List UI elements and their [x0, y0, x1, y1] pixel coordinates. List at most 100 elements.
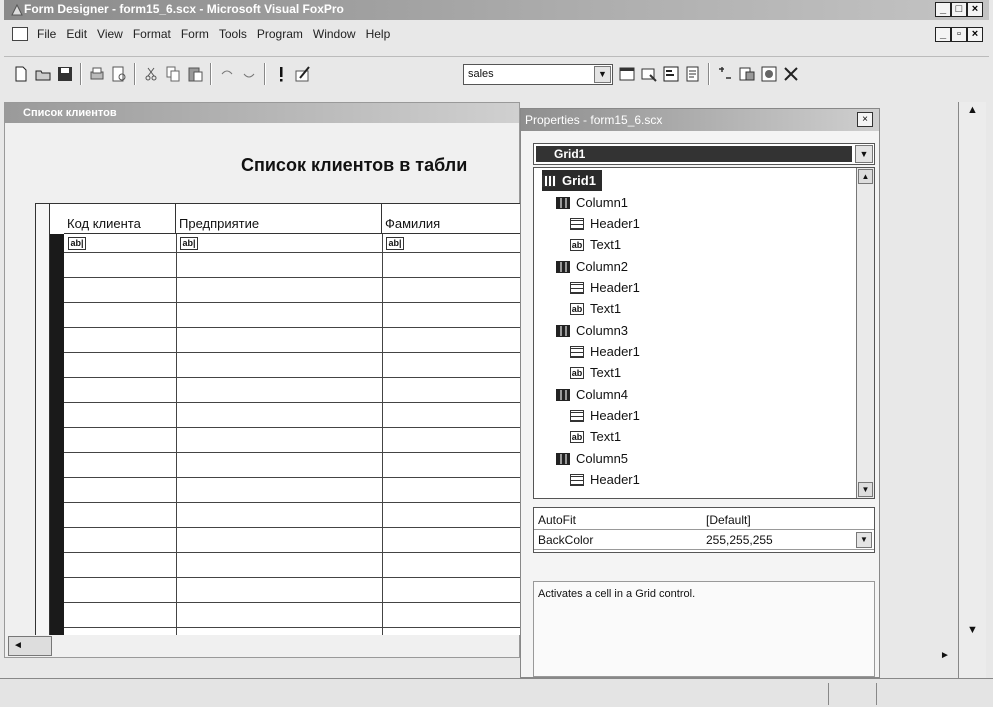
layout-toolbar-icon[interactable]: [738, 65, 756, 83]
properties-close-button[interactable]: ×: [857, 112, 873, 127]
form-controls-toolbar-icon[interactable]: [716, 65, 734, 83]
object-combo[interactable]: Grid1 ▼: [533, 143, 875, 165]
new-file-icon[interactable]: [12, 65, 30, 83]
menu-format[interactable]: Format: [128, 27, 176, 41]
toolbar-separator: [708, 63, 710, 85]
mdi-close-button[interactable]: ×: [967, 27, 983, 42]
textbox-icon: ab|: [386, 237, 404, 250]
property-value[interactable]: [Default]: [706, 513, 751, 527]
chevron-down-icon[interactable]: ▼: [855, 145, 873, 163]
grid-row-line: [64, 377, 525, 378]
open-folder-icon[interactable]: [34, 65, 52, 83]
property-name: AutoFit: [538, 513, 577, 527]
close-button[interactable]: ×: [967, 2, 983, 17]
property-row-autofit[interactable]: AutoFit [Default]: [534, 510, 874, 530]
grid-row-line: [64, 402, 525, 403]
modify-form-icon[interactable]: [294, 65, 312, 83]
code-window-icon[interactable]: [684, 65, 702, 83]
tree-node-column2[interactable]: Column2: [556, 256, 628, 277]
properties-window-icon[interactable]: [662, 65, 680, 83]
form-caption[interactable]: Список клиентов: [5, 103, 519, 123]
scroll-down-icon[interactable]: ▼: [967, 624, 978, 636]
header-icon: [570, 217, 584, 230]
document-icon[interactable]: [12, 27, 28, 41]
textbox-icon: ab|: [180, 237, 198, 250]
menu-form[interactable]: Form: [176, 27, 214, 41]
column-icon: [556, 324, 570, 337]
properties-window[interactable]: Properties - form15_6.scx × Grid1 ▼ Grid…: [520, 108, 880, 678]
scroll-right-icon[interactable]: ►: [940, 650, 950, 661]
menu-file[interactable]: File: [32, 27, 61, 41]
save-icon[interactable]: [56, 65, 74, 83]
object-tree[interactable]: Grid1 Column1 Header1 ab Text1 Column2 He…: [533, 167, 875, 499]
menu-tools[interactable]: Tools: [214, 27, 252, 41]
database-combo[interactable]: sales ▼: [463, 64, 613, 85]
tree-node-text[interactable]: ab Text1: [570, 234, 621, 255]
copy-icon[interactable]: [164, 65, 182, 83]
tree-node-header[interactable]: Header1: [570, 341, 640, 362]
horizontal-scrollbar-left[interactable]: ◄: [8, 636, 52, 656]
app-title: Form Designer - form15_6.scx - Microsoft…: [24, 2, 344, 16]
scroll-up-icon[interactable]: ▲: [967, 104, 978, 116]
cut-icon[interactable]: [142, 65, 160, 83]
scroll-up-icon[interactable]: ▲: [858, 169, 873, 184]
grid-header-predpriyatie[interactable]: Предприятие: [176, 204, 382, 234]
textbox-icon: ab: [570, 366, 584, 379]
chevron-down-icon[interactable]: ▼: [594, 66, 611, 83]
mdi-controls: _ ▫ ×: [935, 27, 983, 42]
tree-node-header[interactable]: Header1: [570, 405, 640, 426]
tree-node-text[interactable]: ab Text1: [570, 298, 621, 319]
redo-icon[interactable]: [240, 65, 258, 83]
tree-node-grid1[interactable]: Grid1: [542, 170, 602, 191]
data-grid[interactable]: Код клиента Предприятие Фамилия ab| ab| …: [35, 203, 525, 635]
menu-view[interactable]: View: [92, 27, 128, 41]
main-vertical-scrollbar[interactable]: ▲ ▼: [958, 102, 986, 678]
menu-help[interactable]: Help: [361, 27, 396, 41]
run-icon[interactable]: [272, 65, 290, 83]
property-name: BackColor: [538, 533, 594, 547]
minimize-button[interactable]: _: [935, 2, 951, 17]
undo-icon[interactable]: [218, 65, 236, 83]
mdi-restore-button[interactable]: ▫: [951, 27, 967, 42]
grid-header-kod-klienta[interactable]: Код клиента: [64, 204, 176, 234]
property-row-backcolor[interactable]: BackColor 255,255,255 ▼: [534, 530, 874, 550]
menu-program[interactable]: Program: [252, 27, 308, 41]
maximize-button[interactable]: □: [951, 2, 967, 17]
header-icon: [570, 345, 584, 358]
tree-node-text[interactable]: ab Text1: [570, 362, 621, 383]
tree-node-header[interactable]: Header1: [570, 469, 640, 490]
menu-window[interactable]: Window: [308, 27, 361, 41]
textbox-icon: ab|: [68, 237, 86, 250]
print-icon[interactable]: [88, 65, 106, 83]
data-session-icon[interactable]: [640, 65, 658, 83]
chevron-down-icon[interactable]: ▼: [856, 532, 872, 548]
command-window-icon[interactable]: [618, 65, 636, 83]
tree-node-column5[interactable]: Column5: [556, 448, 628, 469]
property-value[interactable]: 255,255,255: [706, 533, 773, 547]
tree-node-column4[interactable]: Column4: [556, 384, 628, 405]
tree-node-column1[interactable]: Column1: [556, 192, 628, 213]
tree-scrollbar[interactable]: ▲ ▼: [856, 168, 874, 498]
color-palette-icon[interactable]: [760, 65, 778, 83]
paste-icon[interactable]: [186, 65, 204, 83]
print-preview-icon[interactable]: [110, 65, 128, 83]
grid-row-line: [64, 352, 525, 353]
tree-node-header[interactable]: Header1: [570, 277, 640, 298]
grid-header-familiya[interactable]: Фамилия: [382, 204, 525, 234]
tree-node-column3[interactable]: Column3: [556, 320, 628, 341]
form-heading-label[interactable]: Список клиентов в табли: [241, 155, 467, 176]
form-designer-window[interactable]: Список клиентов Список клиентов в табли …: [4, 102, 525, 658]
menu-edit[interactable]: Edit: [61, 27, 92, 41]
grid-row-line: [64, 452, 525, 453]
builder-tools-icon[interactable]: [782, 65, 800, 83]
tree-node-text[interactable]: ab Text1: [570, 426, 621, 447]
mdi-minimize-button[interactable]: _: [935, 27, 951, 42]
grid-column-divider: [382, 234, 383, 635]
properties-title-bar[interactable]: Properties - form15_6.scx ×: [521, 109, 879, 131]
object-combo-value: Grid1: [536, 146, 852, 162]
grid-icon: [542, 174, 556, 187]
property-list[interactable]: AutoFit [Default] BackColor 255,255,255 …: [533, 507, 875, 553]
tree-node-header[interactable]: Header1: [570, 213, 640, 234]
grid-row-line: [64, 427, 525, 428]
scroll-down-icon[interactable]: ▼: [858, 482, 873, 497]
